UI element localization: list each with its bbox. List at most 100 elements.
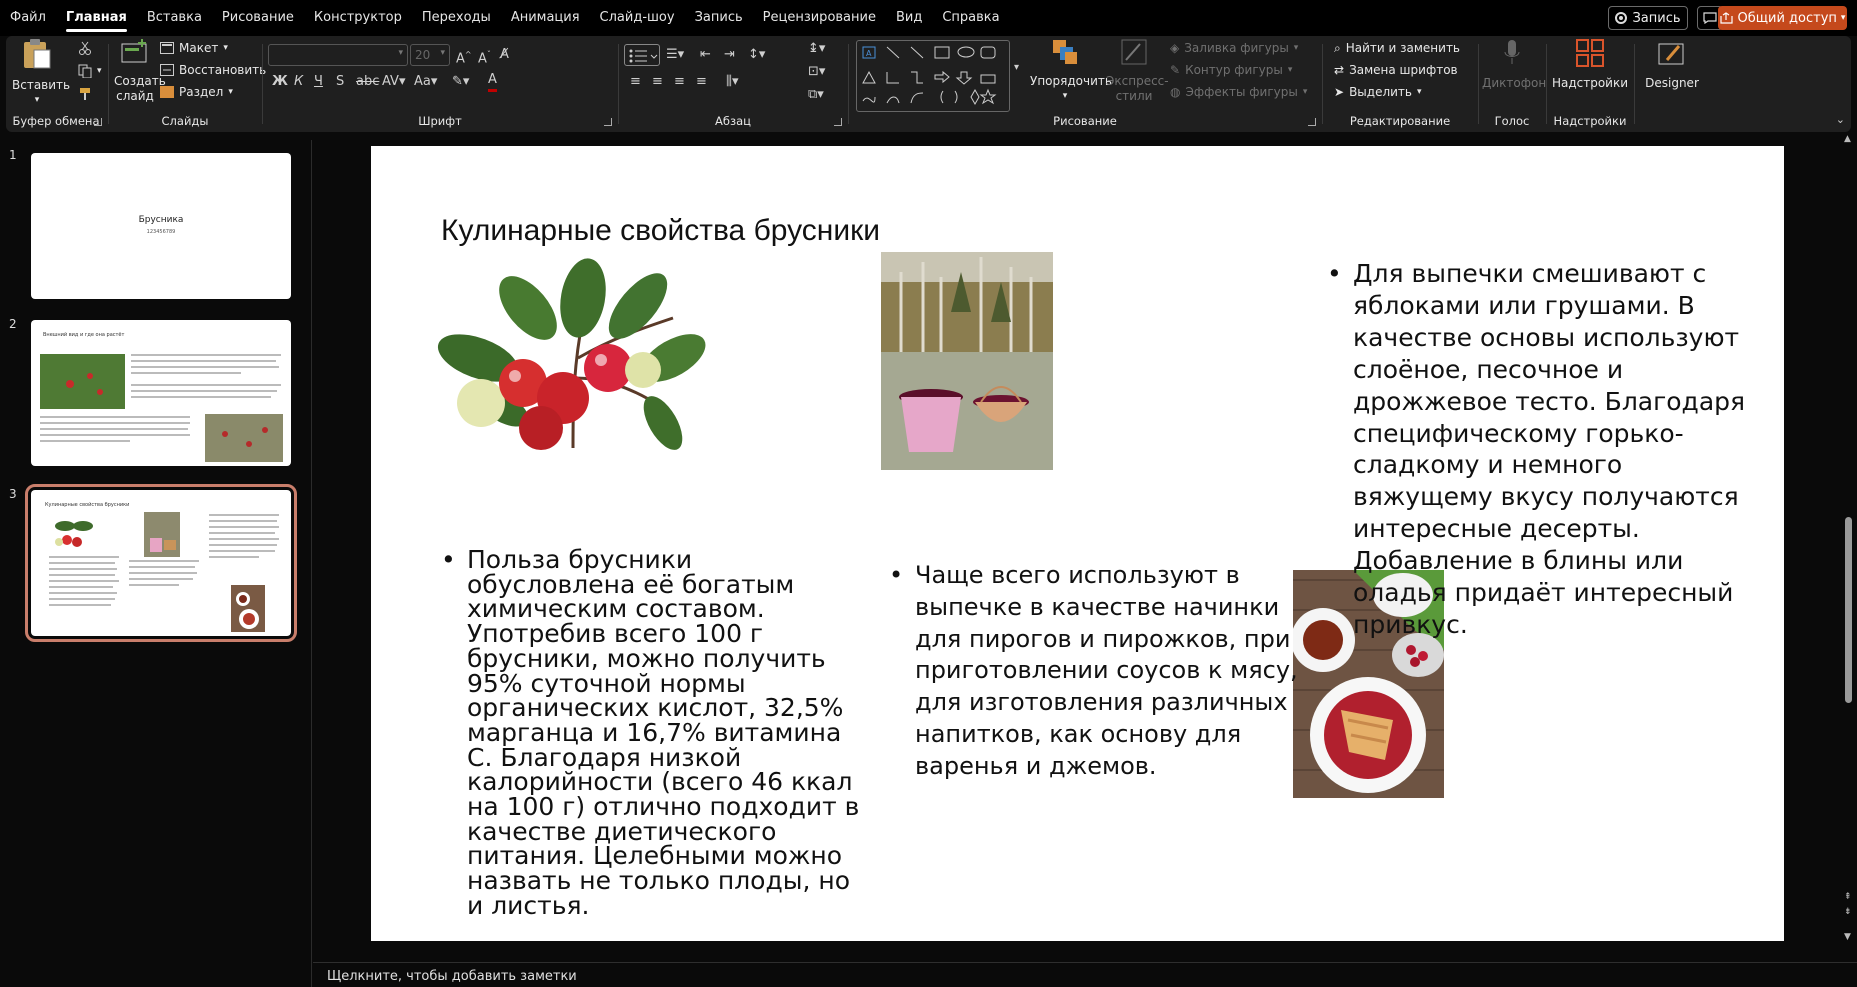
lingonberry-branch-image[interactable] (423, 258, 708, 460)
highlight-icon[interactable]: ✎▾ (452, 72, 469, 92)
tab-slideshow[interactable]: Слайд-шоу (590, 0, 685, 36)
shape-outline-button[interactable]: ✎ Контур фигуры ▾ (1170, 60, 1292, 80)
copy-button[interactable]: ▾ (78, 61, 102, 81)
columns-icon[interactable]: ⫼▾ (726, 72, 739, 92)
slide-canvas[interactable]: Кулинарные свойства брусники • Польза бр… (371, 146, 1784, 941)
notes-placeholder[interactable]: Щелкните, чтобы добавить заметки (327, 969, 577, 984)
berry-buckets-image[interactable] (881, 252, 1053, 470)
designer-button[interactable]: Designer (1638, 38, 1706, 91)
voice-group: Диктофон Голос (1480, 36, 1546, 132)
notes-pane[interactable]: Щелкните, чтобы добавить заметки (313, 962, 1857, 987)
tab-draw[interactable]: Рисование (212, 0, 304, 36)
bullet-text: Чаще всего используют в выпечке в качест… (915, 561, 1298, 780)
tab-home[interactable]: Главная (56, 0, 137, 36)
arrange-button[interactable]: Упорядочить ▾ (1030, 38, 1112, 104)
text-line (129, 572, 197, 574)
layout-button[interactable]: Макет ▾ (160, 38, 228, 58)
slide-thumbnail-1[interactable]: Брусника 123456789 (31, 153, 291, 299)
launcher-icon[interactable] (834, 118, 842, 126)
collapse-ribbon-icon[interactable]: ⌄ (1836, 113, 1845, 126)
record-icon (1615, 12, 1628, 24)
cut-button[interactable] (78, 38, 92, 58)
grow-font-icon[interactable]: A^ (456, 45, 472, 66)
shape-effects-button[interactable]: ◍ Эффекты фигуры ▾ (1170, 82, 1307, 102)
increase-indent-icon[interactable]: ⇥ (724, 45, 735, 65)
bold-icon[interactable]: Ж (272, 72, 288, 92)
editing-label: Редактирование (1349, 114, 1451, 128)
launcher-icon[interactable] (604, 118, 612, 126)
vertical-scrollbar[interactable]: ▲ ⇞ ⇟ ▼ (1840, 132, 1857, 962)
tab-animations[interactable]: Анимация (501, 0, 590, 36)
slide-thumbnail-2[interactable]: Внешний вид и где она растёт (31, 320, 291, 466)
italic-icon[interactable]: К (294, 72, 303, 92)
previous-slide-icon[interactable]: ⇞ (1844, 892, 1852, 902)
text-line (129, 584, 179, 586)
tab-view[interactable]: Вид (886, 0, 932, 36)
slide-thumbnail-3[interactable]: Кулинарные свойства брусники (25, 484, 297, 642)
underline-icon[interactable]: Ч (314, 72, 323, 92)
launcher-icon[interactable] (94, 118, 102, 126)
clear-formatting-icon[interactable]: A̸ (500, 45, 509, 65)
shadow-icon[interactable]: S (336, 72, 344, 92)
font-size-input[interactable]: 20 ▾ (410, 44, 450, 66)
dictate-button[interactable]: Диктофон (1482, 38, 1546, 91)
bullet-point-1[interactable]: • Польза брусники обусловлена её богатым … (441, 547, 862, 919)
launcher-icon[interactable] (1308, 118, 1316, 126)
shrink-font-icon[interactable]: Aˇ (478, 45, 491, 66)
replace-fonts-button[interactable]: ⇄ Замена шрифтов (1334, 60, 1458, 80)
ribbon: Вставить ▾ ▾ Буфер обмена Создать слайд … (6, 36, 1851, 132)
strikethrough-icon[interactable]: abc (356, 72, 379, 92)
svg-text:A: A (866, 49, 872, 58)
tab-help[interactable]: Справка (932, 0, 1009, 36)
scrollbar-thumb[interactable] (1845, 517, 1852, 703)
shape-effects-label: Эффекты фигуры (1185, 85, 1298, 99)
justify-icon[interactable]: ≡ (696, 72, 707, 92)
align-right-icon[interactable]: ≡ (674, 72, 685, 92)
slide-title[interactable]: Кулинарные свойства брусники (441, 214, 880, 248)
shapes-gallery[interactable]: A (856, 40, 1010, 112)
align-left-icon[interactable]: ≡ (630, 72, 641, 92)
quick-styles-button[interactable]: Экспресс-стили (1106, 38, 1169, 104)
tab-file[interactable]: Файл (0, 0, 56, 36)
addins-button[interactable]: Надстройки (1550, 38, 1630, 91)
character-spacing-icon[interactable]: AV▾ (382, 72, 405, 92)
section-button[interactable]: Раздел ▾ (160, 82, 233, 102)
smartart-icon[interactable]: ⧉▾ (808, 85, 824, 105)
text-line (49, 574, 115, 576)
align-center-icon[interactable]: ≡ (652, 72, 663, 92)
scroll-up-icon[interactable]: ▲ (1844, 134, 1851, 144)
format-painter-button[interactable] (78, 84, 92, 104)
bullets-button[interactable] (624, 44, 660, 66)
tab-record[interactable]: Запись (685, 0, 753, 36)
chevron-down-icon: ▾ (398, 48, 403, 58)
shapes-more-icon[interactable]: ▾ (1014, 58, 1019, 78)
line-spacing-icon[interactable]: ↕▾ (748, 45, 765, 65)
find-replace-button[interactable]: ⌕ Найти и заменить (1334, 38, 1460, 58)
paste-button[interactable]: Вставить ▾ (12, 38, 70, 108)
replace-fonts-label: Замена шрифтов (1349, 63, 1458, 77)
bullet-point-3[interactable]: • Для выпечки смешивают с яблоками или гр… (1327, 258, 1766, 641)
reset-button[interactable]: Восстановить (160, 60, 266, 80)
font-size-value: 20 (415, 48, 431, 62)
font-color-icon[interactable]: A (488, 72, 497, 92)
shape-fill-button[interactable]: ◈ Заливка фигуры ▾ (1170, 38, 1298, 58)
record-button[interactable]: Запись (1608, 6, 1688, 30)
tab-design[interactable]: Конструктор (304, 0, 412, 36)
text-direction-icon[interactable]: ↨▾ (808, 39, 825, 59)
numbering-icon[interactable]: ☰▾ (666, 45, 684, 65)
text-line (209, 532, 275, 534)
share-button[interactable]: Общий доступ ▾ (1718, 6, 1847, 30)
tab-transitions[interactable]: Переходы (412, 0, 501, 36)
tab-insert[interactable]: Вставка (137, 0, 212, 36)
change-case-icon[interactable]: Aa▾ (414, 72, 437, 92)
bullet-point-2[interactable]: • Чаще всего используют в выпечке в качес… (889, 560, 1300, 783)
chevron-down-icon: ▾ (223, 43, 228, 53)
select-button[interactable]: ➤ Выделить ▾ (1334, 82, 1422, 102)
scroll-down-icon[interactable]: ▼ (1844, 932, 1851, 942)
tab-review[interactable]: Рецензирование (753, 0, 886, 36)
decrease-indent-icon[interactable]: ⇤ (700, 45, 711, 65)
new-slide-button[interactable]: Создать слайд (114, 38, 166, 104)
font-name-input[interactable]: ▾ (268, 44, 408, 66)
next-slide-icon[interactable]: ⇟ (1844, 907, 1852, 917)
align-text-icon[interactable]: ⊡▾ (808, 62, 825, 82)
